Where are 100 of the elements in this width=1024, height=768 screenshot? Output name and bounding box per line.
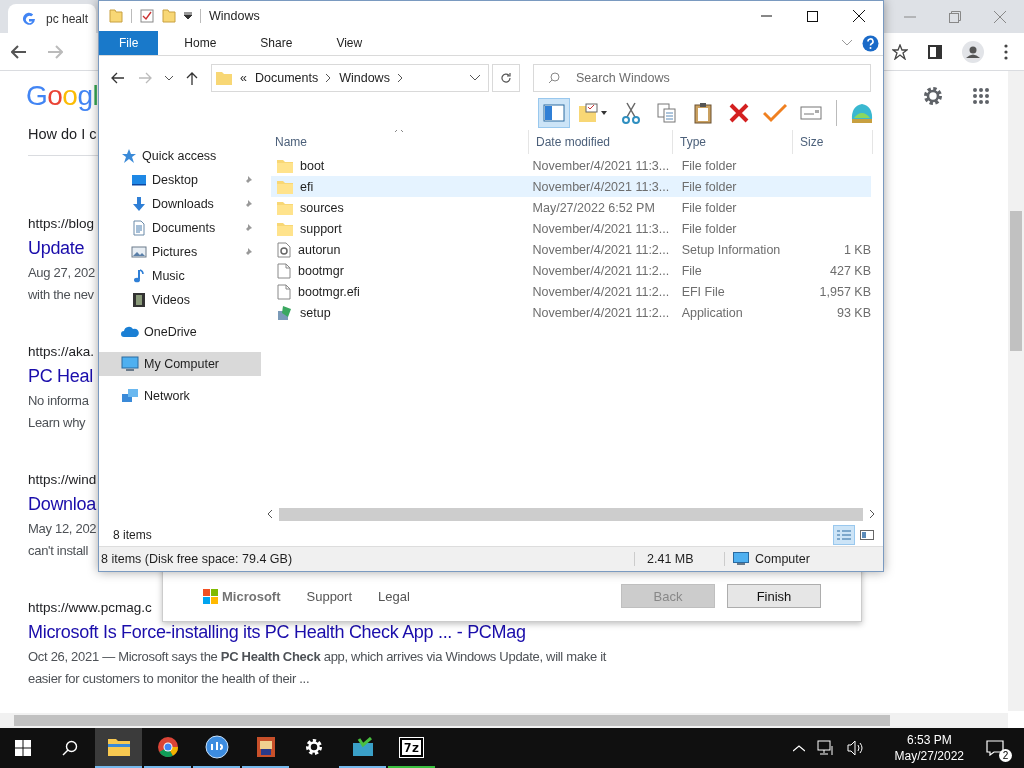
file-name: bootmgr (298, 263, 344, 278)
back-arrow-icon[interactable] (11, 44, 27, 59)
chevron-up-icon[interactable] (792, 744, 805, 752)
ribbon-tab[interactable]: Share (244, 31, 309, 55)
chevron-right-icon[interactable] (397, 74, 403, 82)
cloud-icon (121, 326, 139, 338)
result-url: https://www.pcmag.c (28, 599, 152, 617)
music-note-icon (131, 268, 147, 284)
address-bar[interactable]: « Documents Windows (211, 64, 489, 92)
search-input[interactable]: Search Windows (574, 70, 870, 86)
file-row[interactable]: efi November/4/2021 11:3... File folder (271, 176, 871, 197)
file-size: 93 KB (836, 305, 871, 320)
file-row[interactable]: support November/4/2021 11:3... File folder (271, 218, 871, 239)
settings-icon[interactable] (922, 85, 944, 107)
breadcrumb[interactable]: Documents (254, 71, 319, 85)
nav-item[interactable]: Music (99, 264, 261, 288)
column-header[interactable]: Date modified (529, 130, 673, 154)
up-arrow-icon[interactable] (186, 71, 198, 85)
nav-item[interactable]: Quick access (99, 144, 261, 168)
browser-tab[interactable]: pc healt (8, 4, 96, 33)
apps-grid-icon[interactable] (972, 87, 990, 105)
folder-icon (277, 158, 293, 173)
close-icon[interactable] (853, 10, 865, 22)
avatar-icon[interactable] (962, 40, 984, 63)
taskbar-app-button[interactable] (95, 728, 142, 768)
file-name: sources (300, 200, 344, 215)
nav-item[interactable]: Downloads (99, 192, 261, 216)
file-row[interactable]: setup November/4/2021 11:2... Application 93 KB (271, 302, 871, 323)
back-arrow-icon[interactable] (111, 72, 125, 84)
chevron-down-icon[interactable] (470, 75, 480, 81)
clock-time[interactable]: 6:53 PM (906, 732, 952, 748)
checklist-icon[interactable] (140, 9, 154, 23)
result-title-link[interactable]: Update (28, 234, 85, 262)
file-size: 1,957 KB (819, 284, 871, 299)
column-header[interactable]: Name (261, 130, 529, 154)
result-snippet: with the nev (28, 286, 94, 304)
chevron-right-icon[interactable] (326, 74, 332, 82)
nav-item[interactable]: Desktop (99, 168, 261, 192)
help-icon[interactable] (862, 34, 879, 52)
result-title-link[interactable]: PC Heal (28, 362, 93, 390)
overflow-chevron[interactable]: « (240, 71, 247, 85)
file-row[interactable]: autorun November/4/2021 11:2... Setup Information 1 KB (271, 239, 871, 260)
file-size: 1 KB (843, 242, 871, 257)
result-url: https://wind (28, 471, 97, 489)
vertical-scrollbar[interactable] (1008, 71, 1024, 711)
four-squares-icon (203, 588, 218, 604)
result-snippet: May 12, 202 (28, 520, 97, 538)
refresh-button[interactable] (492, 64, 520, 92)
network-icon[interactable] (816, 740, 835, 756)
preview-pane-button[interactable] (538, 98, 570, 128)
windows-start-icon[interactable] (15, 740, 31, 756)
footer-link[interactable]: Support (306, 588, 353, 604)
maximize-icon[interactable] (807, 10, 818, 22)
nav-item[interactable]: OneDrive (99, 320, 261, 344)
file-row[interactable]: bootmgr November/4/2021 11:2... File 427 KB (271, 260, 871, 281)
file-row[interactable]: boot November/4/2021 11:3... File folder (271, 155, 871, 176)
column-header[interactable]: Size (793, 130, 873, 154)
ribbon-tab[interactable]: File (99, 31, 159, 55)
clock-date[interactable]: May/27/2022 (894, 748, 964, 764)
result-title-link[interactable]: Microsoft Is Force-installing its PC Health Check App ... - PCMag (28, 618, 526, 646)
folder-icon (277, 200, 293, 215)
footer-link[interactable]: Legal (378, 588, 410, 604)
result-title-link[interactable]: Downloa (28, 490, 96, 518)
chevron-down-icon[interactable] (165, 75, 173, 81)
breadcrumb[interactable]: Windows (339, 71, 390, 85)
google-logo[interactable]: Googl (26, 80, 99, 112)
nav-item[interactable]: My Computer (99, 352, 261, 376)
search-icon[interactable] (62, 740, 78, 756)
nav-item[interactable]: Network (99, 384, 261, 408)
horizontal-scrollbar[interactable] (0, 713, 1008, 728)
search-field[interactable]: Search Windows (533, 64, 871, 92)
scroll-right-icon[interactable] (869, 510, 875, 518)
question-text[interactable]: How do I c (28, 123, 97, 145)
date-modified: November/4/2021 11:2... (531, 284, 671, 299)
notification-icon[interactable] (986, 740, 1004, 756)
dialog-button[interactable]: Finish (727, 584, 821, 608)
ribbon-tab[interactable]: Home (168, 31, 233, 55)
nav-item[interactable]: Documents (99, 216, 261, 240)
file-row[interactable]: sources May/27/2022 6:52 PM File folder (271, 197, 871, 218)
scroll-left-icon[interactable] (267, 510, 273, 518)
restore-icon[interactable] (949, 10, 961, 23)
star-icon[interactable] (892, 43, 908, 60)
taskbar-app-button[interactable]: 7z (388, 728, 435, 768)
nav-item[interactable]: Videos (99, 288, 261, 312)
file-type: File folder (680, 221, 738, 236)
desktop-icon (131, 172, 147, 188)
menu-icon[interactable] (1004, 43, 1008, 60)
folder-icon (107, 738, 130, 756)
speaker-icon[interactable] (846, 740, 865, 756)
ribbon-tab[interactable]: View (320, 31, 379, 55)
file-row[interactable]: bootmgr.efi November/4/2021 11:2... EFI File 1,957 KB (271, 281, 871, 302)
date-modified: November/4/2021 11:2... (531, 305, 671, 320)
dropdown-caret-icon[interactable] (184, 12, 192, 20)
date-modified: November/4/2021 11:3... (531, 158, 671, 173)
side-panel-icon[interactable] (928, 44, 942, 59)
column-header[interactable]: Type (673, 130, 793, 154)
notification-badge: 2 (999, 749, 1012, 762)
folder-icon (277, 221, 293, 236)
nav-item[interactable]: Pictures (99, 240, 261, 264)
microsoft-logo[interactable]: Microsoft (203, 588, 281, 604)
